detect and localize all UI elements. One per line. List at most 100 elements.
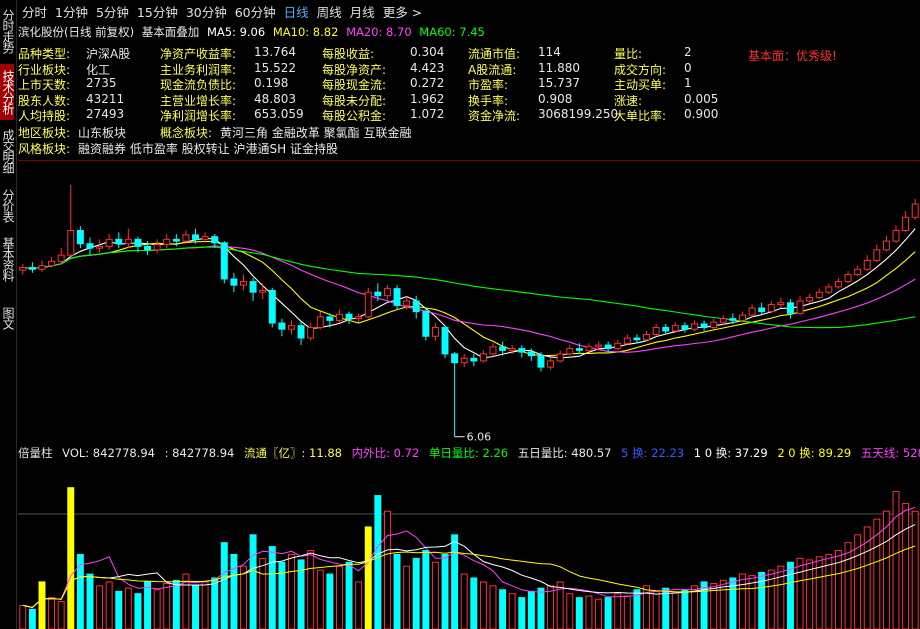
candle-body bbox=[643, 333, 650, 341]
fund-col1-key: 行业板块: bbox=[18, 62, 71, 77]
volume-bar bbox=[163, 582, 171, 629]
candle-body bbox=[470, 357, 478, 362]
fund-col3-key: 每股收益: bbox=[322, 47, 375, 61]
period-tab-intraday[interactable]: 分时 bbox=[18, 2, 51, 21]
fund-col2-key: 现金流负债比: bbox=[160, 78, 237, 92]
fund-col2-label: 净利润增长率: bbox=[160, 107, 236, 124]
fund-col1-key: 人均持股: bbox=[18, 109, 71, 123]
candle-body bbox=[489, 346, 497, 355]
candle-body bbox=[288, 325, 295, 330]
candle bbox=[28, 262, 36, 273]
candle bbox=[19, 263, 27, 275]
candle-body bbox=[451, 353, 459, 364]
candle bbox=[278, 318, 286, 337]
candle bbox=[892, 225, 900, 243]
candle-body bbox=[902, 216, 910, 231]
candle-body bbox=[547, 360, 555, 368]
period-tab-weekly[interactable]: 周线 bbox=[313, 2, 346, 21]
candle bbox=[652, 323, 660, 337]
candle-body bbox=[585, 346, 593, 351]
volume-bar bbox=[902, 502, 910, 629]
vol-value-2: : 842778.94 bbox=[164, 446, 235, 460]
volume-bar bbox=[335, 565, 343, 629]
volume-bar bbox=[777, 565, 785, 629]
period-tab-daily[interactable]: 日线 bbox=[280, 2, 313, 21]
candle-body bbox=[691, 323, 698, 330]
period-tab-5min[interactable]: 5分钟 bbox=[92, 2, 133, 21]
candle bbox=[479, 350, 487, 363]
volume-bar bbox=[508, 593, 516, 629]
tab-basic-info[interactable]: 基本资料 bbox=[0, 232, 15, 286]
fund-col2-value: 48.803 bbox=[254, 91, 296, 106]
fund-col1-key: 上市天数: bbox=[18, 78, 71, 92]
fund-col4-label: 资金净流: bbox=[468, 107, 520, 124]
fund-col5-key: 涨速: bbox=[614, 93, 643, 108]
period-tab-60min[interactable]: 60分钟 bbox=[231, 2, 280, 21]
candle bbox=[76, 226, 84, 249]
volume-chart[interactable] bbox=[18, 462, 920, 629]
fund-col2-key: 净利润增长率: bbox=[160, 109, 237, 123]
fund-col5-label: 涨速: bbox=[614, 92, 642, 109]
candle-body bbox=[786, 302, 794, 314]
candle bbox=[882, 235, 890, 252]
candle-body bbox=[758, 307, 766, 313]
candle bbox=[316, 311, 324, 330]
candle bbox=[124, 228, 132, 249]
candle-body bbox=[28, 267, 36, 270]
candle-body bbox=[652, 326, 660, 335]
fund-col4-value: 11.880 bbox=[538, 60, 580, 75]
candle-body bbox=[38, 265, 46, 270]
period-tab-monthly[interactable]: 月线 bbox=[346, 2, 379, 21]
candle-body bbox=[834, 281, 842, 288]
candle bbox=[460, 353, 468, 368]
candle-body bbox=[383, 288, 391, 297]
chart-title-row: 滨化股份(日线 前复权) 基本面叠加 MA5: 9.06 MA10: 8.82 … bbox=[18, 24, 489, 39]
fund-col4-label: 流通市值: bbox=[468, 45, 520, 62]
fund-col4-key: 资金净流: bbox=[468, 109, 521, 123]
candle-body bbox=[124, 238, 132, 245]
candle-body bbox=[441, 326, 449, 355]
volume-bar bbox=[604, 597, 612, 629]
tab-price-table[interactable]: 分价表 bbox=[0, 184, 15, 226]
fund-col4-key: 市盈率: bbox=[468, 78, 509, 92]
ma20-value: MA20: 8.70 bbox=[346, 25, 412, 39]
price-chart[interactable]: 6.06 bbox=[18, 160, 920, 442]
tab-intraday[interactable]: 分时走势 bbox=[0, 2, 15, 60]
volume-bar bbox=[393, 553, 401, 629]
period-tab-15min[interactable]: 15分钟 bbox=[133, 2, 182, 21]
style-sector: 风格板块: 融资融券 低市盈率 股权转让 沪港通SH 证金持股 bbox=[18, 140, 338, 157]
candle-body bbox=[671, 325, 679, 332]
candle bbox=[115, 232, 123, 249]
period-tab-30min[interactable]: 30分钟 bbox=[182, 2, 231, 21]
tab-f10[interactable]: 图文F10 bbox=[0, 292, 15, 344]
candle-body bbox=[796, 300, 804, 314]
period-tab-1min[interactable]: 1分钟 bbox=[51, 2, 92, 21]
tab-technical-analysis[interactable]: 技术分析 bbox=[0, 64, 15, 120]
candle-body bbox=[57, 254, 65, 262]
overlay-indicator-name[interactable]: 基本面叠加 bbox=[142, 25, 200, 39]
fund-col2-key: 主业务利润率: bbox=[160, 62, 237, 77]
volume-bar bbox=[796, 557, 804, 629]
candle-body bbox=[815, 291, 823, 298]
volume-bar bbox=[230, 553, 238, 629]
candle-body bbox=[911, 203, 919, 218]
candle bbox=[105, 234, 113, 250]
volume-bar bbox=[671, 592, 679, 629]
candle-body bbox=[681, 325, 689, 330]
volume-bar bbox=[38, 581, 46, 629]
fund-col4-value: 15.737 bbox=[538, 76, 580, 90]
volume-bar bbox=[547, 585, 555, 629]
period-more-menu[interactable]: 更多 > bbox=[379, 2, 426, 21]
volume-bar bbox=[652, 590, 660, 629]
concept-sector-key: 概念板块: bbox=[160, 126, 213, 140]
volume-bar bbox=[566, 593, 574, 629]
fund-col4-key: A股流通: bbox=[468, 62, 517, 77]
candle-body bbox=[719, 318, 727, 323]
volume-indicator-name[interactable]: 倍量柱 bbox=[18, 446, 53, 460]
concept-sector: 概念板块: 黄河三角 金融改革 聚氯酯 互联金融 bbox=[160, 124, 412, 141]
candle bbox=[383, 285, 391, 300]
volume-bar bbox=[422, 550, 430, 629]
volume-bar bbox=[28, 608, 36, 629]
tab-trade-details[interactable]: 成交明细 bbox=[0, 124, 15, 178]
volume-bar bbox=[681, 589, 689, 629]
